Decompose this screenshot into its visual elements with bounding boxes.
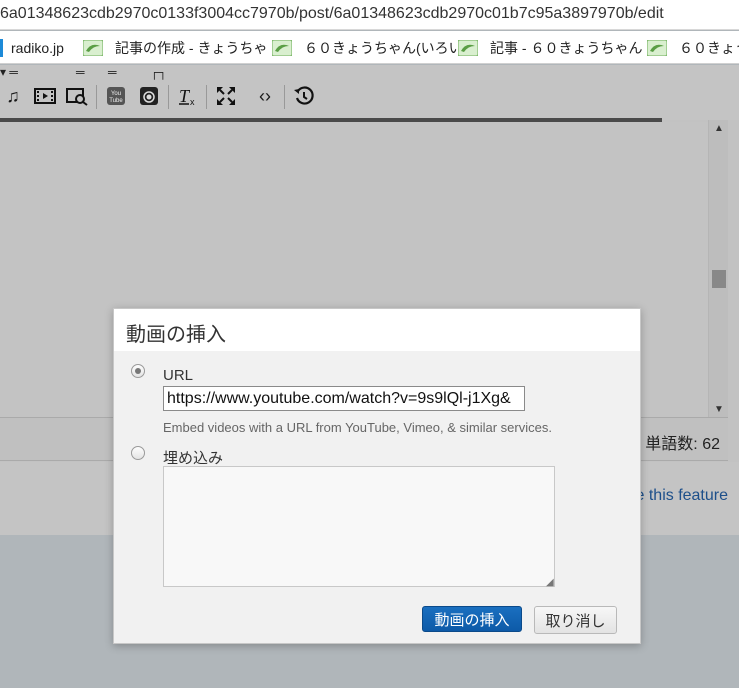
video-url-input[interactable]: [163, 386, 525, 411]
word-count: 単語数: 62: [645, 436, 720, 453]
bookmark-article-create[interactable]: 記事の作成 - きょうちゃ: [83, 31, 268, 63]
instagram-icon[interactable]: [138, 85, 160, 107]
editor-scrollbar[interactable]: ▲ ▼: [708, 120, 728, 418]
embed-radio[interactable]: [131, 446, 145, 460]
cancel-button[interactable]: 取り消し: [534, 606, 617, 634]
svg-text:x: x: [190, 97, 195, 106]
resize-grip-icon[interactable]: ◢: [546, 577, 554, 588]
typepad-favicon: [83, 39, 103, 56]
align-icon[interactable]: ═: [76, 65, 85, 79]
insert-video-dialog: 動画の挿入 URL Embed videos with a URL from Y…: [113, 308, 641, 644]
address-bar[interactable]: 6a01348623cdb2970c0133f3004cc7970b/post/…: [0, 0, 739, 30]
music-icon[interactable]: ♫: [2, 85, 24, 107]
svg-text:Tube: Tube: [109, 98, 123, 104]
bookmark-articles[interactable]: 記事 - ６０きょうちゃん: [458, 31, 643, 63]
bookmark-label: 記事 - ６０きょうちゃん: [490, 39, 643, 56]
typepad-favicon: [272, 39, 292, 56]
url-option-label[interactable]: URL: [163, 367, 193, 384]
clear-formatting-icon[interactable]: Tx: [177, 85, 199, 107]
radiko-favicon: [0, 38, 3, 57]
dialog-title: 動画の挿入: [126, 324, 226, 346]
bookmark-radiko[interactable]: radiko.jp: [0, 31, 64, 63]
typepad-favicon: [647, 39, 667, 56]
embed-option-label[interactable]: 埋め込み: [163, 447, 223, 468]
bookmark-label: ６０きょうちゃん: [679, 39, 739, 56]
url-help-text: Embed videos with a URL from YouTube, Vi…: [163, 420, 552, 435]
scroll-down-icon[interactable]: ▼: [714, 404, 724, 415]
fullscreen-icon[interactable]: [215, 85, 237, 107]
toolbar-divider: [206, 85, 207, 109]
bookmark-label: ６０きょうちゃん(いろい: [304, 39, 463, 56]
feature-link[interactable]: e this feature: [636, 487, 729, 505]
align-icon[interactable]: ═: [108, 65, 117, 79]
toolbar-divider: [168, 85, 169, 109]
toolbar-divider: [284, 85, 285, 109]
box-icon[interactable]: ┌┐: [150, 65, 167, 79]
url-radio[interactable]: [131, 364, 145, 378]
bookmarks-bar: radiko.jp 記事の作成 - きょうちゃ ６０きょうちゃん(いろい 記事 …: [0, 31, 739, 64]
typepad-favicon: [458, 39, 478, 56]
scroll-up-icon[interactable]: ▲: [714, 123, 724, 134]
video-icon[interactable]: [34, 85, 56, 107]
bookmark-60kyouchan[interactable]: ６０きょうちゃん: [647, 31, 739, 63]
dialog-header: 動画の挿入: [114, 309, 640, 351]
youtube-icon[interactable]: You Tube: [105, 85, 127, 107]
scroll-thumb[interactable]: [712, 270, 726, 288]
list-indent-icon[interactable]: ▾ ═: [0, 65, 18, 79]
svg-text:You: You: [111, 91, 121, 97]
bookmark-label: radiko.jp: [11, 39, 64, 56]
bookmark-60kyouchan-iroiro[interactable]: ６０きょうちゃん(いろい: [272, 31, 463, 63]
bookmark-label: 記事の作成 - きょうちゃ: [115, 39, 268, 56]
embed-code-textarea[interactable]: [163, 466, 555, 587]
source-code-icon[interactable]: ‹›: [254, 85, 276, 107]
editor-toolbar: ▾ ═ ═ ═ ┌┐ ♫ You Tube Tx ‹›: [0, 65, 739, 120]
address-url[interactable]: 6a01348623cdb2970c0133f3004cc7970b/post/…: [0, 5, 664, 23]
media-search-icon[interactable]: [66, 85, 88, 107]
insert-video-button[interactable]: 動画の挿入: [422, 606, 522, 632]
history-icon[interactable]: [293, 85, 315, 107]
toolbar-divider: [96, 85, 97, 109]
